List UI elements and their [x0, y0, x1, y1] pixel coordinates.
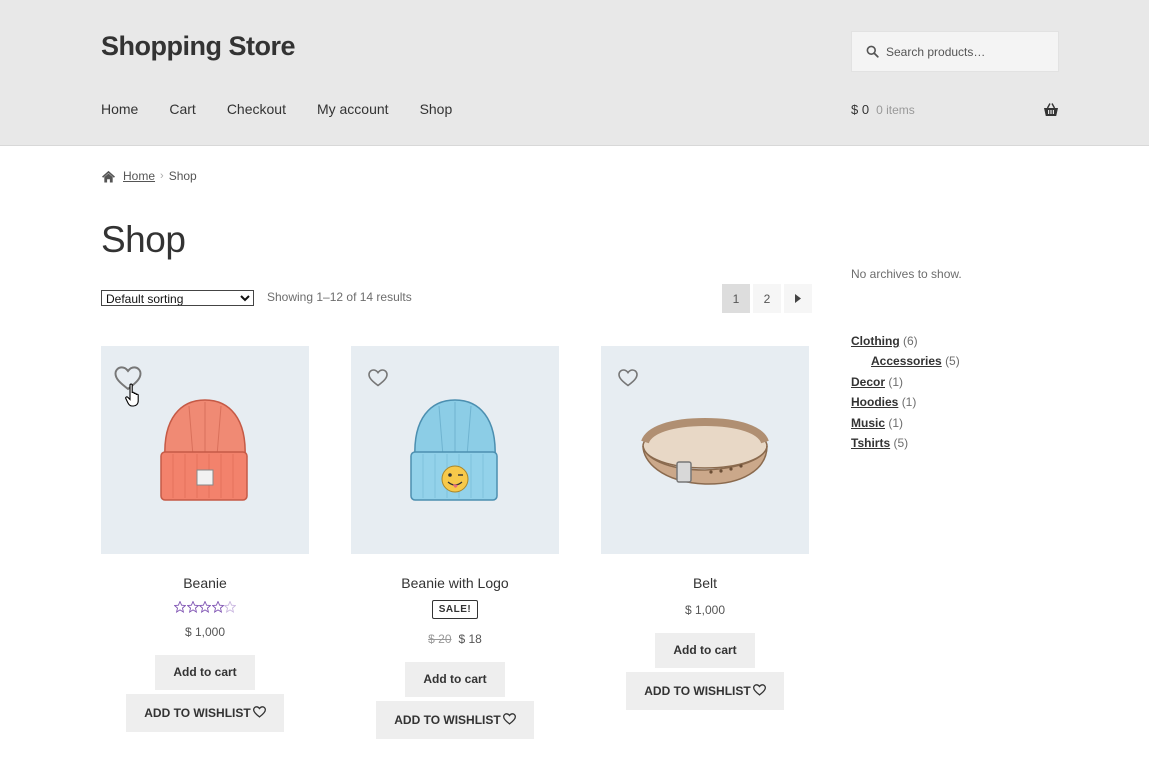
no-archives-text: No archives to show. [851, 267, 962, 281]
star-icon [186, 601, 199, 613]
nav-home[interactable]: Home [101, 101, 138, 117]
product-price: $ 1,000 [184, 625, 226, 639]
star-empty-icon [224, 601, 236, 613]
heart-icon [252, 706, 266, 718]
category-count: (1) [901, 395, 917, 410]
category-link-music[interactable]: Music [851, 416, 885, 430]
product-image[interactable] [101, 346, 309, 554]
breadcrumb-separator: › [160, 170, 164, 182]
site-title[interactable]: Shopping Store [101, 31, 295, 62]
nav-my-account[interactable]: My account [317, 101, 389, 117]
breadcrumb-home[interactable]: Home [123, 169, 155, 183]
category-count: (5) [893, 435, 909, 450]
add-to-wishlist-button[interactable]: ADD TO WISHLIST [126, 694, 284, 732]
breadcrumb: Home › Shop [101, 169, 197, 183]
product-card: Belt $ 1,000 Add to cart ADD TO WISHLIST [601, 346, 809, 710]
heart-icon [752, 684, 766, 696]
star-half-icon [211, 601, 224, 613]
wishlist-heart-icon[interactable] [618, 369, 638, 387]
add-to-cart-button[interactable]: Add to cart [155, 655, 255, 690]
add-to-wishlist-button[interactable]: ADD TO WISHLIST [626, 672, 784, 710]
add-to-wishlist-label: ADD TO WISHLIST [394, 713, 501, 727]
sale-price: $ 18 [458, 632, 482, 646]
product-image[interactable] [601, 346, 809, 554]
orderby-select[interactable]: Default sorting [101, 290, 254, 306]
caret-right-icon [795, 294, 801, 303]
category-link-tshirts[interactable]: Tshirts [851, 436, 890, 450]
product-title[interactable]: Beanie with Logo [351, 575, 559, 591]
category-count: (6) [903, 334, 918, 348]
breadcrumb-current: Shop [168, 169, 197, 183]
product-card: Beanie with Logo SALE! $ 20 $ 18 Add to c… [351, 346, 559, 739]
category-item: Accessories (5) [851, 354, 960, 374]
hand-pointer-cursor-icon [125, 383, 139, 407]
search-icon [866, 45, 879, 58]
product-price: $ 20 $ 18 [351, 632, 559, 646]
regular-price: $ 20 [428, 632, 452, 646]
page-2[interactable]: 2 [753, 284, 781, 313]
nav-cart[interactable]: Cart [169, 101, 195, 117]
wishlist-heart-icon[interactable] [368, 369, 388, 387]
heart-icon [502, 713, 516, 725]
search-box[interactable] [851, 31, 1059, 72]
nav-checkout[interactable]: Checkout [227, 101, 286, 117]
nav-shop[interactable]: Shop [420, 101, 453, 117]
category-link-hoodies[interactable]: Hoodies [851, 395, 898, 409]
page-title: Shop [101, 219, 186, 260]
add-to-wishlist-label: ADD TO WISHLIST [144, 706, 251, 720]
product-title[interactable]: Belt [601, 575, 809, 591]
category-item: Hoodies (1) [851, 395, 960, 415]
sale-badge: SALE! [431, 600, 479, 619]
add-to-cart-button[interactable]: Add to cart [405, 662, 505, 697]
category-count: (1) [888, 374, 904, 389]
cart-count: 0 items [876, 102, 915, 117]
star-icon [174, 601, 186, 613]
page-1: 1 [722, 284, 750, 313]
star-icon [199, 601, 211, 613]
cart-amount: $ 0 [851, 102, 870, 117]
category-list: Clothing (6) Accessories (5) Decor (1) H… [851, 334, 960, 456]
add-to-wishlist-button[interactable]: ADD TO WISHLIST [376, 701, 534, 739]
star-rating [174, 601, 236, 615]
pagination: 1 2 [722, 284, 815, 313]
category-link-clothing[interactable]: Clothing [851, 334, 900, 348]
category-item: Clothing (6) [851, 334, 960, 354]
product-title[interactable]: Beanie [101, 575, 309, 591]
category-item: Decor (1) [851, 375, 960, 395]
home-icon [102, 170, 115, 183]
mini-cart[interactable]: $ 0 0 items [851, 102, 1059, 117]
category-count: (5) [945, 354, 960, 369]
add-to-wishlist-label: ADD TO WISHLIST [644, 684, 751, 698]
search-input[interactable] [886, 44, 1056, 59]
main-nav: Home Cart Checkout My account Shop [101, 101, 483, 117]
site-header: Shopping Store Home Cart Checkout My acc… [0, 0, 1149, 146]
category-item: Tshirts (5) [851, 436, 960, 456]
product-image[interactable] [351, 346, 559, 554]
next-page-button[interactable] [784, 284, 812, 313]
category-item: Music (1) [851, 416, 960, 436]
result-count: Showing 1–12 of 14 results [267, 290, 412, 304]
basket-icon [1044, 103, 1058, 116]
product-price: $ 1,000 [684, 603, 726, 617]
category-link-decor[interactable]: Decor [851, 375, 885, 389]
category-link-accessories[interactable]: Accessories [871, 354, 942, 368]
add-to-cart-button[interactable]: Add to cart [655, 633, 755, 668]
category-count: (1) [888, 415, 904, 430]
